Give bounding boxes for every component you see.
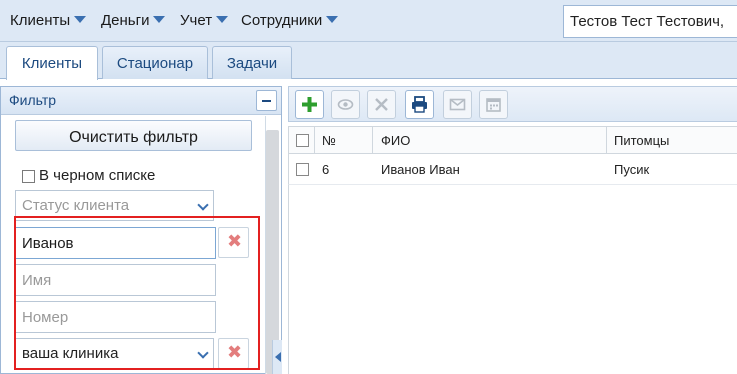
number-input[interactable] [15,301,216,333]
clear-clinic-button[interactable]: ✖ [218,338,249,369]
main-tabbar: Клиенты Стационар Задачи [0,42,737,80]
collapse-panel-button[interactable] [256,90,277,111]
menu-employees[interactable]: Сотрудники [241,12,339,29]
menu-money[interactable]: Деньги [101,12,166,29]
grid-toolbar [288,86,737,122]
chevron-down-icon [197,199,209,211]
column-header-pets[interactable]: Питомцы [614,133,669,148]
caret-down-icon [153,16,166,23]
row-pets: Пусик [614,162,650,177]
tab-hospital[interactable]: Стационар [102,46,208,79]
menu-accounting[interactable]: Учет [180,12,229,29]
view-button[interactable] [331,90,360,119]
select-all-checkbox[interactable] [296,134,309,147]
close-icon [375,98,388,111]
table-row[interactable]: 6 Иванов Иван Пусик [288,154,737,185]
top-menubar: Клиенты Деньги Учет Сотрудники Тестов Те… [0,0,737,42]
column-header-number[interactable]: № [322,133,336,148]
calendar-button[interactable] [479,90,508,119]
current-user-field[interactable]: Тестов Тест Тестович, [563,5,737,38]
filter-title: Фильтр [9,92,57,108]
calendar-icon [486,98,501,112]
envelope-icon [449,98,466,111]
close-icon: ✖ [227,342,243,362]
mail-button[interactable] [443,90,472,119]
blacklist-checkbox[interactable] [22,170,35,183]
printer-icon [412,96,427,113]
delete-button[interactable] [367,90,396,119]
close-icon: ✖ [227,231,243,251]
caret-down-icon [74,16,87,23]
caret-down-icon [326,16,339,23]
plus-icon [302,97,317,112]
filter-panel: Фильтр Очистить фильтр В черном списке С… [0,86,282,374]
row-fio: Иванов Иван [381,162,460,177]
filter-scrollbar-thumb[interactable] [266,130,279,374]
panel-splitter[interactable] [272,340,282,374]
grid-body-empty-area [288,185,737,374]
row-number: 6 [322,162,330,177]
eye-icon [337,99,354,110]
name-input[interactable] [15,264,216,296]
caret-down-icon [216,16,229,23]
tab-clients[interactable]: Клиенты [6,46,98,80]
clinic-select[interactable]: ваша клиника [15,338,214,369]
clear-surname-button[interactable]: ✖ [218,227,249,258]
add-button[interactable] [295,90,324,119]
tab-tasks[interactable]: Задачи [212,46,292,79]
print-button[interactable] [405,90,434,119]
menu-clients[interactable]: Клиенты [10,12,87,29]
client-status-select[interactable]: Статус клиента [15,190,214,221]
row-checkbox[interactable] [296,163,309,176]
surname-input[interactable] [15,227,216,259]
column-header-fio[interactable]: ФИО [381,133,410,148]
chevron-down-icon [197,347,209,359]
grid-header: № ФИО Питомцы [288,126,737,154]
blacklist-label: В черном списке [39,167,156,184]
clear-filter-button[interactable]: Очистить фильтр [15,120,252,151]
filter-header: Фильтр [1,87,281,115]
